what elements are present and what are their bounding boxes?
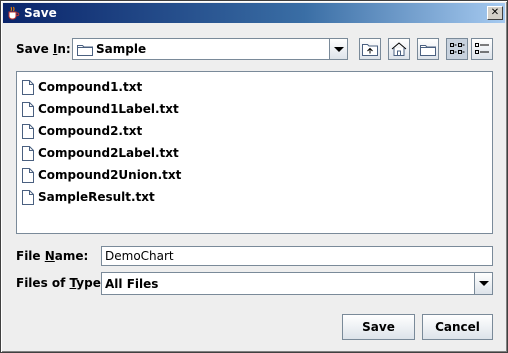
up-one-level-icon xyxy=(362,44,378,56)
save-dialog: Save ✕ Save In: Sample Compound1.txt Com… xyxy=(0,0,508,353)
save-in-dropdown-button[interactable] xyxy=(329,39,347,59)
file-name: Compound2Union.txt xyxy=(38,168,182,182)
list-item[interactable]: SampleResult.txt xyxy=(22,188,155,206)
file-list[interactable]: Compound1.txt Compound1Label.txt Compoun… xyxy=(16,71,493,234)
details-view-button[interactable] xyxy=(471,38,493,60)
file-icon xyxy=(22,167,34,183)
file-icon xyxy=(22,79,34,95)
up-one-level-button[interactable] xyxy=(359,38,381,60)
close-button[interactable]: ✕ xyxy=(487,6,503,20)
home-icon xyxy=(391,42,407,56)
list-item[interactable]: Compound2.txt xyxy=(22,122,142,140)
file-name-input[interactable]: DemoChart xyxy=(101,246,493,266)
list-view-button[interactable] xyxy=(446,38,468,60)
new-folder-button[interactable] xyxy=(417,38,439,60)
list-item[interactable]: Compound1.txt xyxy=(22,78,142,96)
save-button[interactable]: Save xyxy=(342,314,415,340)
files-of-type-value: All Files xyxy=(105,276,159,291)
details-view-icon xyxy=(475,43,489,54)
chevron-down-icon xyxy=(478,281,489,286)
file-name: Compound1.txt xyxy=(38,80,143,94)
window-title: Save xyxy=(24,6,57,20)
file-icon xyxy=(22,189,34,205)
save-in-combo[interactable]: Sample xyxy=(72,38,348,60)
list-item[interactable]: Compound2Label.txt xyxy=(22,144,179,162)
chevron-down-icon xyxy=(333,46,344,52)
cancel-button[interactable]: Cancel xyxy=(422,314,493,340)
file-name-label: File Name: xyxy=(16,249,89,263)
list-item[interactable]: Compound2Union.txt xyxy=(22,166,181,184)
java-cup-icon xyxy=(6,6,20,20)
new-folder-icon xyxy=(420,45,436,56)
file-icon xyxy=(22,123,34,139)
files-of-type-combo[interactable]: All Files xyxy=(101,272,493,295)
files-of-type-label: Files of Type: xyxy=(16,276,106,290)
files-of-type-dropdown-button[interactable] xyxy=(474,273,492,294)
title-bar[interactable]: Save ✕ xyxy=(3,3,505,23)
list-item[interactable]: Compound1Label.txt xyxy=(22,100,179,118)
file-name: Compound2.txt xyxy=(38,124,143,138)
file-icon xyxy=(22,101,34,117)
save-in-value: Sample xyxy=(96,42,147,56)
file-name: Compound1Label.txt xyxy=(38,102,179,116)
home-button[interactable] xyxy=(388,38,410,60)
folder-icon xyxy=(77,43,93,56)
file-name: SampleResult.txt xyxy=(38,190,155,204)
file-icon xyxy=(22,145,34,161)
file-name: Compound2Label.txt xyxy=(38,146,179,160)
list-view-icon xyxy=(450,43,465,54)
save-in-label: Save In: xyxy=(16,42,71,56)
